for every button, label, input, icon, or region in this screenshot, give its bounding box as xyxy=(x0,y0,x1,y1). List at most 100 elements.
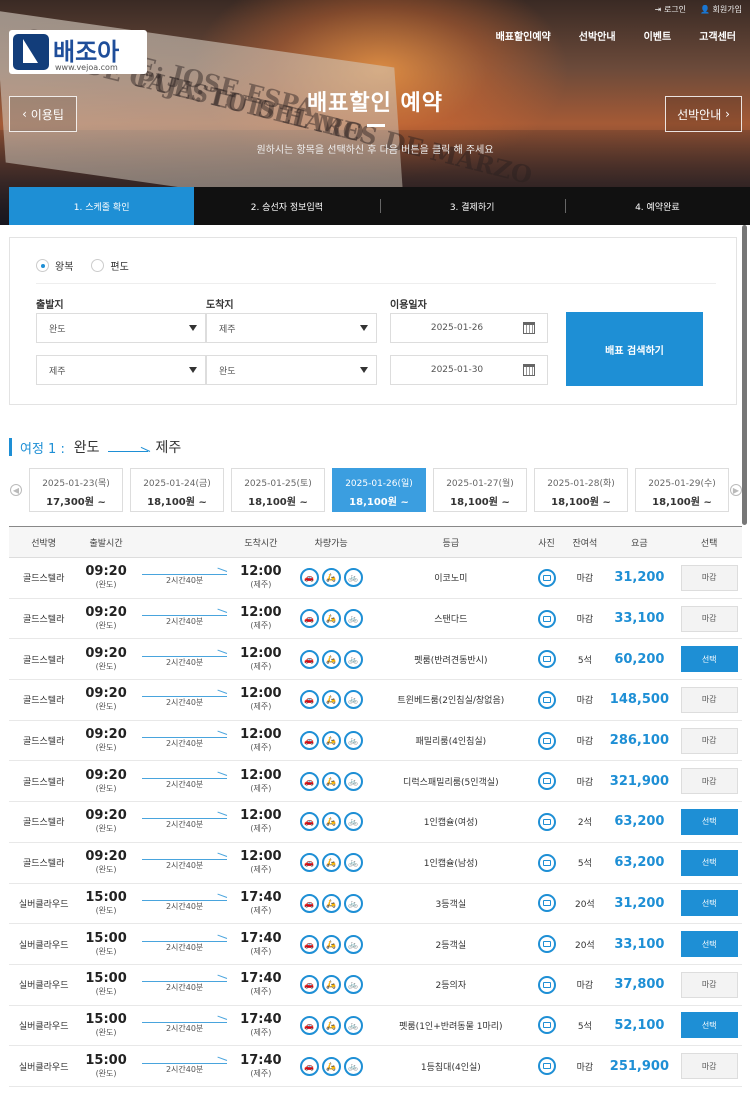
nav-ticket-reservation[interactable]: 배표할인예약 xyxy=(496,28,551,43)
departure-cell: 15:00 (완도) xyxy=(85,889,127,915)
car-icon: 🚗 xyxy=(299,893,319,913)
departure-cell: 09:20 (완도) xyxy=(85,645,127,671)
login-link[interactable]: ⇥ 로그인 xyxy=(655,4,686,15)
calendar-icon[interactable] xyxy=(523,364,535,376)
date-card[interactable]: 2025-01-27(월) 18,100원 ~ xyxy=(433,468,527,512)
signup-link[interactable]: 👤 회원가입 xyxy=(700,4,742,15)
select-button[interactable]: 선택 xyxy=(680,646,738,673)
camera-icon[interactable] xyxy=(537,1057,556,1076)
page-subtitle: 원하시는 항목을 선택하신 후 다음 버튼을 클릭 해 주세요 xyxy=(256,145,494,156)
main-nav: 배표할인예약 선박안내 이벤트 고객센터 xyxy=(496,28,736,43)
camera-icon[interactable] xyxy=(537,1016,556,1035)
departure-cell: 09:20 (완도) xyxy=(85,686,127,712)
seats-cell: 마감 xyxy=(576,981,594,992)
from-select[interactable]: 완도 xyxy=(36,313,206,343)
grade-cell: 이코노미 xyxy=(434,574,468,585)
return-to-select[interactable]: 완도 xyxy=(206,355,377,385)
fare-value: 31,200 xyxy=(614,895,665,911)
step-4: 4. 예약완료 xyxy=(564,187,750,225)
to-label: 도착지 xyxy=(206,300,234,311)
table-row: 골드스텔라 09:20 (완도) 2시간40분 12:00 (제주) 🚗 🛵 🚲 펫룸(반려견동반… xyxy=(9,639,742,681)
date-card[interactable]: 2025-01-25(토) 18,100원 ~ xyxy=(231,468,325,512)
camera-icon[interactable] xyxy=(537,894,556,913)
bicycle-icon: 🚲 xyxy=(343,934,363,954)
grade-cell: 트윈베드룸(2인침실/창없음) xyxy=(397,696,505,707)
prev-date-icon[interactable]: ◀ xyxy=(10,484,22,496)
date-carousel: 2025-01-23(목) 17,300원 ~ 2025-01-24(금) 18,1… xyxy=(29,468,729,512)
grade-cell: 2등객실 xyxy=(435,940,467,951)
title-underline xyxy=(367,124,385,127)
select-button[interactable]: 선택 xyxy=(680,849,738,876)
car-icon: 🚗 xyxy=(299,649,319,669)
select-button[interactable]: 선택 xyxy=(680,808,738,835)
grade-cell: 펫룸(반려견동반시) xyxy=(414,655,488,666)
select-button[interactable]: 선택 xyxy=(680,1012,738,1039)
camera-icon[interactable] xyxy=(537,568,556,587)
date-card[interactable]: 2025-01-23(목) 17,300원 ~ xyxy=(29,468,123,512)
return-from-select[interactable]: 제주 xyxy=(36,355,206,385)
date-card[interactable]: 2025-01-28(화) 18,100원 ~ xyxy=(534,468,628,512)
seats-cell: 5석 xyxy=(577,655,592,666)
closed-button: 마감 xyxy=(680,1053,738,1080)
fare-value: 321,900 xyxy=(609,773,669,789)
scrollbar[interactable] xyxy=(742,225,747,525)
bicycle-icon: 🚲 xyxy=(343,893,363,913)
one-way-radio[interactable]: 편도 xyxy=(91,258,129,273)
table-row: 골드스텔라 09:20 (완도) 2시간40분 12:00 (제주) 🚗 🛵 🚲 스탠다드 마감 33… xyxy=(9,599,742,640)
arrival-cell: 12:00 (제주) xyxy=(240,727,282,753)
table-row: 골드스텔라 09:20 (완도) 2시간40분 12:00 (제주) 🚗 🛵 🚲 1인캡슐(여성)… xyxy=(9,802,742,843)
date-card-selected[interactable]: 2025-01-26(일) 18,100원 ~ xyxy=(332,468,426,512)
arrival-cell: 12:00 (제주) xyxy=(240,808,282,834)
select-button[interactable]: 선택 xyxy=(680,931,738,958)
camera-icon[interactable] xyxy=(537,650,556,669)
motorcycle-icon: 🛵 xyxy=(321,1056,341,1076)
motorcycle-icon: 🛵 xyxy=(321,853,341,873)
fare-value: 60,200 xyxy=(614,651,665,667)
date-card[interactable]: 2025-01-24(금) 18,100원 ~ xyxy=(130,468,224,512)
car-icon: 🚗 xyxy=(299,609,319,629)
duration-cell: 2시간40분 xyxy=(134,854,236,871)
return-date-field[interactable]: 2025-01-30 xyxy=(390,355,548,385)
camera-icon[interactable] xyxy=(537,772,556,791)
select-button[interactable]: 선택 xyxy=(680,890,738,917)
round-trip-radio[interactable]: 왕복 xyxy=(36,258,73,273)
nav-event[interactable]: 이벤트 xyxy=(644,28,672,43)
camera-icon[interactable] xyxy=(537,812,556,831)
ship-name: 골드스텔라 xyxy=(22,574,65,585)
car-icon: 🚗 xyxy=(299,934,319,954)
motorcycle-icon: 🛵 xyxy=(321,975,341,995)
departure-date-field[interactable]: 2025-01-26 xyxy=(390,313,548,343)
grade-cell: 스탠다드 xyxy=(434,615,468,626)
grade-cell: 패밀리룸(4인침실) xyxy=(415,737,487,748)
grade-cell: 1등침대(4인실) xyxy=(420,1062,481,1073)
motorcycle-icon: 🛵 xyxy=(321,568,341,588)
camera-icon[interactable] xyxy=(537,935,556,954)
search-button[interactable]: 배표 검색하기 xyxy=(566,312,703,386)
step-indicator: 1. 스케줄 확인 2. 승선자 정보입력 3. 결제하기 4. 예약완료 xyxy=(9,187,750,225)
camera-icon[interactable] xyxy=(537,731,556,750)
site-logo[interactable]: 배조아 www.vejoa.com xyxy=(9,30,147,74)
nav-customer-center[interactable]: 고객센터 xyxy=(699,28,736,43)
arrival-cell: 12:00 (제주) xyxy=(240,564,282,590)
utility-menu: ⇥ 로그인 👤 회원가입 xyxy=(655,4,742,15)
camera-icon[interactable] xyxy=(537,853,556,872)
arrow-right-icon xyxy=(107,442,148,452)
chevron-down-icon xyxy=(189,325,197,331)
camera-icon[interactable] xyxy=(537,690,556,709)
nav-ship-info[interactable]: 선박안내 xyxy=(579,28,616,43)
duration-cell: 2시간40분 xyxy=(134,773,236,790)
closed-button: 마감 xyxy=(680,564,738,591)
motorcycle-icon: 🛵 xyxy=(321,731,341,751)
trip-label: 여정 1 : xyxy=(20,441,65,457)
next-date-icon[interactable]: ▶ xyxy=(730,484,742,496)
to-select[interactable]: 제주 xyxy=(206,313,377,343)
camera-icon[interactable] xyxy=(537,609,556,628)
calendar-icon[interactable] xyxy=(523,322,535,334)
table-row: 실버클라우드 15:00 (완도) 2시간40분 17:40 (제주) 🚗 🛵 🚲 2등객실 20석… xyxy=(9,924,742,965)
table-row: 실버클라우드 15:00 (완도) 2시간40분 17:40 (제주) 🚗 🛵 🚲 2등의자 마감 3… xyxy=(9,965,742,1006)
fare-value: 37,800 xyxy=(614,977,665,993)
date-card[interactable]: 2025-01-29(수) 18,100원 ~ xyxy=(635,468,729,512)
closed-button: 마감 xyxy=(680,971,738,998)
closed-button: 마감 xyxy=(680,727,738,754)
camera-icon[interactable] xyxy=(537,975,556,994)
